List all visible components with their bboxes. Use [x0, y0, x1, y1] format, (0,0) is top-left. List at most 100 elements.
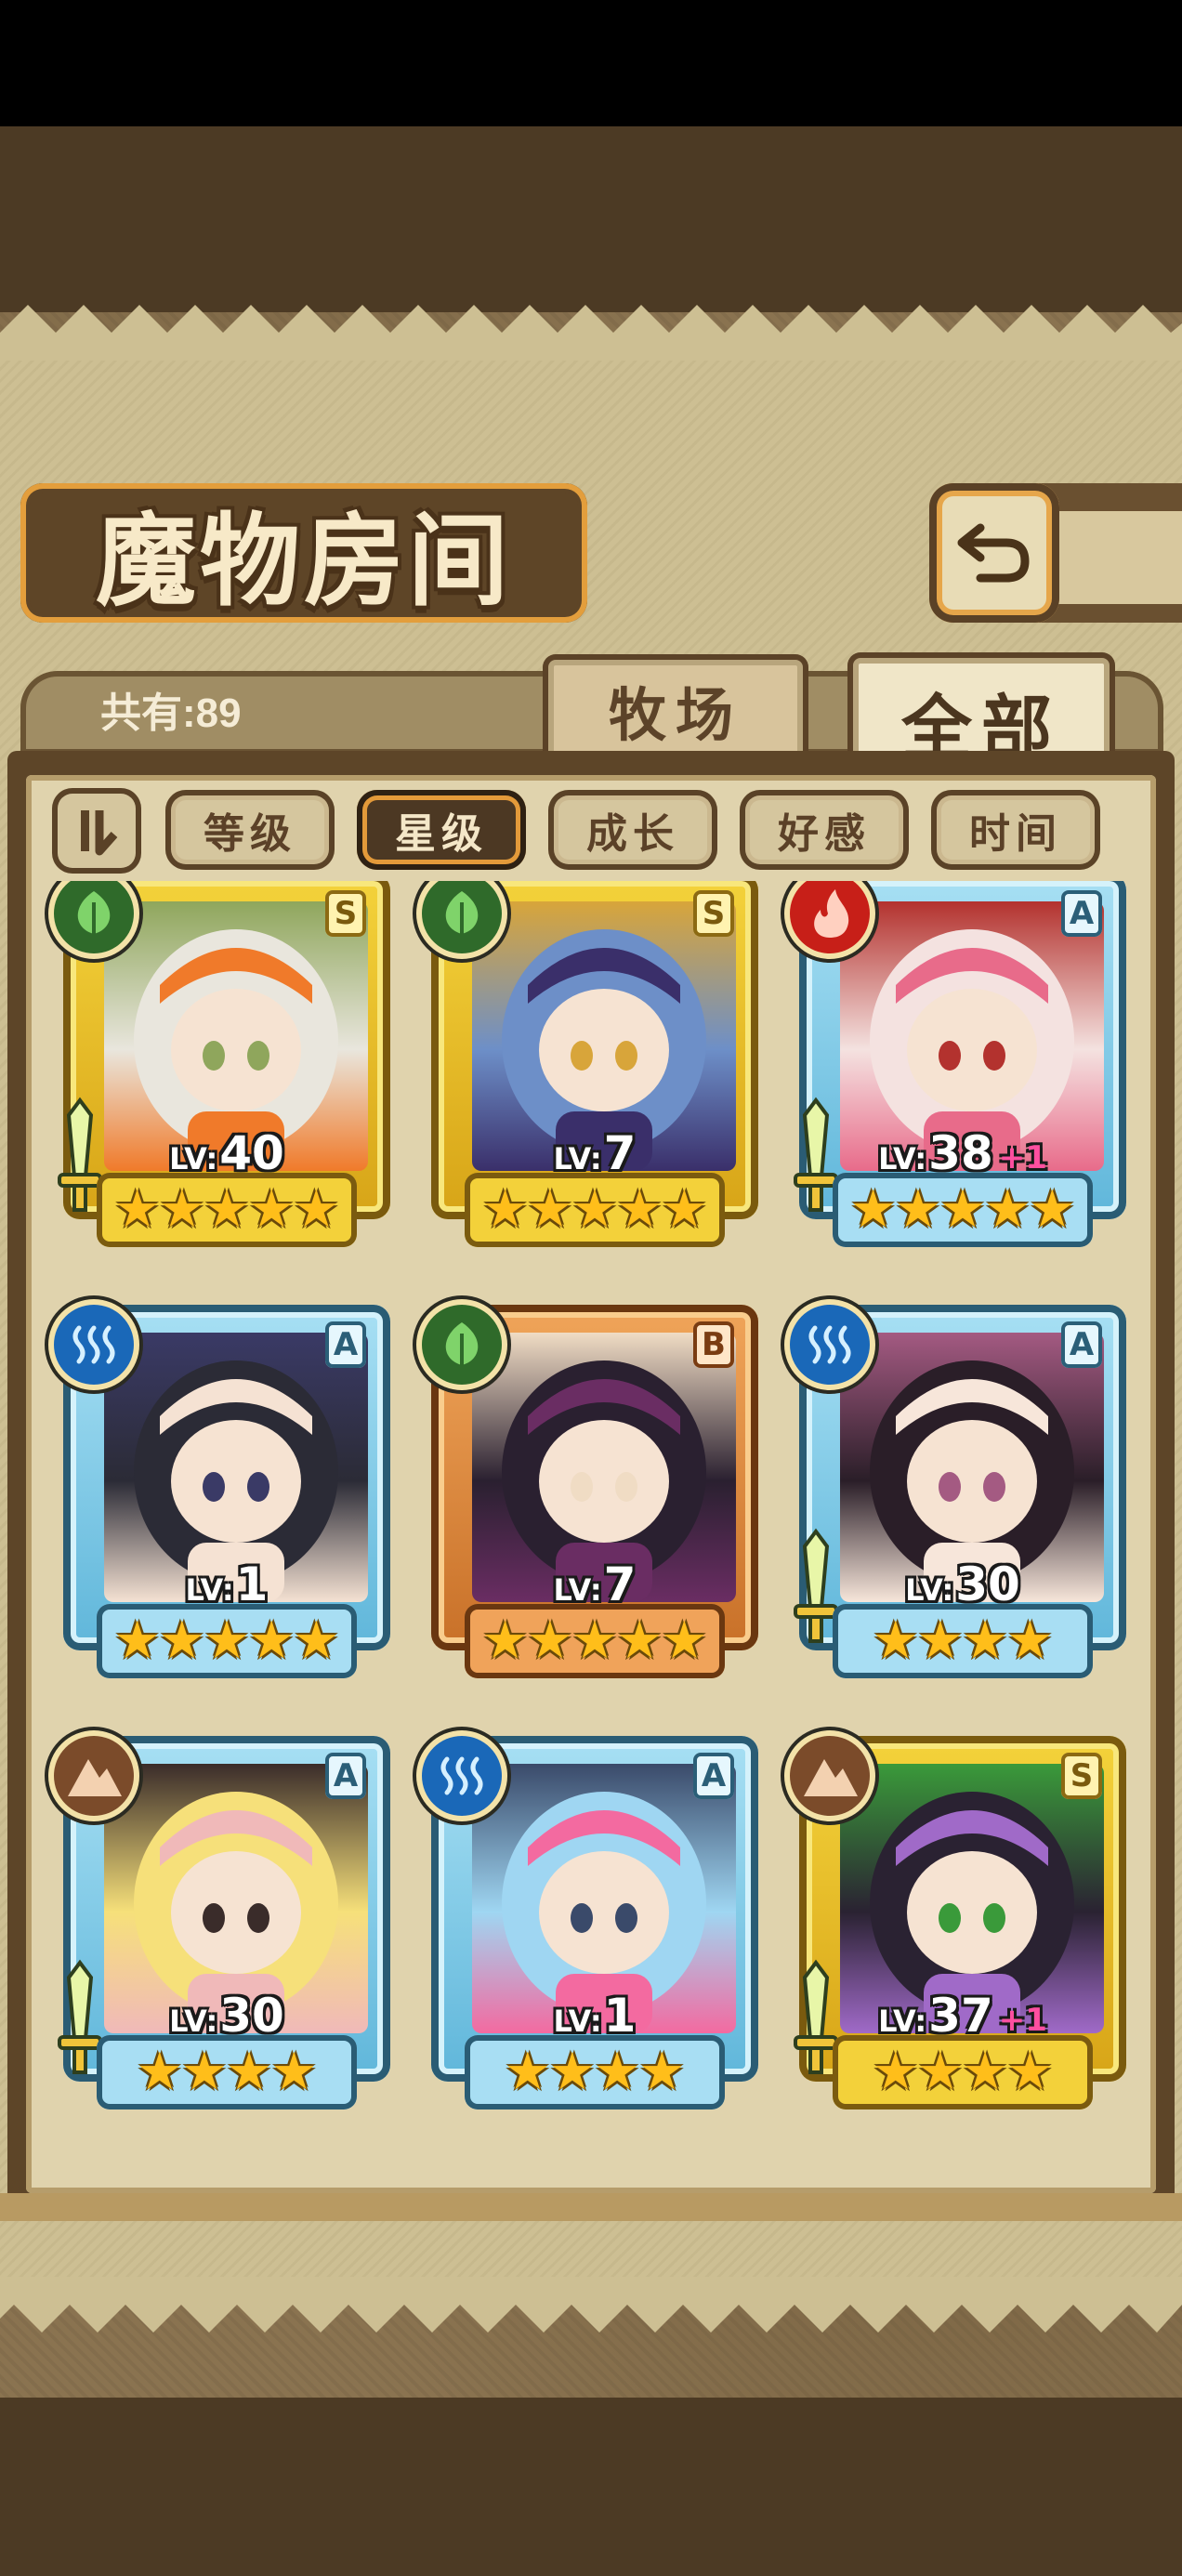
level-bonus: +1 — [998, 1139, 1047, 1176]
star-icon: ★ — [661, 1610, 708, 1671]
star-rating: ★ ★ ★ ★ ★ — [97, 1604, 357, 1678]
star-icon: ★ — [293, 1179, 340, 1240]
star-icon: ★ — [180, 2042, 228, 2102]
star-icon: ★ — [962, 1610, 1009, 1671]
star-icon: ★ — [526, 1179, 573, 1240]
sort-time-button[interactable]: 时间 — [931, 790, 1100, 870]
star-icon: ★ — [616, 1179, 663, 1240]
monster-card[interactable]: S LV: 37 +1 ★ ★ ★ ★ — [790, 1736, 1136, 2137]
top-map-band — [0, 126, 1182, 312]
level-value: 1 — [603, 1989, 637, 2043]
star-rating: ★ ★ ★ ★ — [833, 2035, 1093, 2109]
star-icon: ★ — [616, 1610, 663, 1671]
rank-badge: S — [693, 890, 734, 937]
level-prefix: LV: — [553, 1141, 602, 1176]
level-value: 7 — [603, 1126, 637, 1180]
star-icon: ★ — [984, 1179, 1031, 1240]
monster-card[interactable]: S LV: 7 ★ ★ ★ ★ ★ — [422, 881, 768, 1275]
rank-badge: S — [325, 890, 366, 937]
level-value: 30 — [955, 1557, 1020, 1611]
status-bar — [0, 0, 1182, 126]
star-rating: ★ ★ ★ ★ — [833, 1604, 1093, 1678]
fire-element-icon — [790, 881, 870, 953]
monster-level: LV: 37 +1 — [790, 1989, 1136, 2043]
level-prefix: LV: — [878, 2004, 927, 2039]
star-icon: ★ — [638, 2042, 686, 2102]
nature-element-icon — [54, 881, 134, 953]
rank-badge: A — [325, 1321, 366, 1368]
star-icon: ★ — [226, 2042, 273, 2102]
star-icon: ★ — [113, 1179, 161, 1240]
level-prefix: LV: — [553, 2004, 602, 2039]
monster-card[interactable]: S LV: 40 ★ ★ ★ ★ ★ — [54, 881, 400, 1275]
monster-count: 共有:89 — [100, 690, 242, 736]
level-prefix: LV: — [169, 2004, 218, 2039]
star-icon: ★ — [526, 1610, 573, 1671]
star-icon: ★ — [203, 1179, 251, 1240]
star-icon: ★ — [113, 1610, 161, 1671]
star-icon: ★ — [1006, 2042, 1054, 2102]
sort-affection-button[interactable]: 好感 — [740, 790, 909, 870]
star-icon: ★ — [293, 1610, 340, 1671]
rank-badge: A — [693, 1753, 734, 1799]
sort-level-button[interactable]: 等级 — [165, 790, 335, 870]
level-value: 1 — [235, 1557, 269, 1611]
monster-card[interactable]: B LV: 7 ★ ★ ★ ★ ★ — [422, 1305, 768, 1706]
panel-bottom-trim — [0, 2193, 1182, 2221]
star-icon: ★ — [504, 2042, 551, 2102]
star-icon: ★ — [916, 2042, 964, 2102]
star-icon: ★ — [481, 1179, 529, 1240]
star-icon: ★ — [849, 1179, 897, 1240]
star-icon: ★ — [571, 1610, 619, 1671]
sort-stars-button[interactable]: 星级 — [357, 790, 526, 870]
tab-ranch[interactable]: 牧场 — [543, 654, 808, 766]
rank-badge: S — [1061, 1753, 1102, 1799]
star-icon: ★ — [203, 1610, 251, 1671]
zigzag-border-top — [0, 305, 1182, 361]
monster-card[interactable]: A LV: 30 ★ ★ ★ ★ — [790, 1305, 1136, 1706]
level-prefix: LV: — [185, 1572, 234, 1608]
monster-level: LV: 30 — [790, 1557, 1136, 1611]
rank-badge: A — [325, 1753, 366, 1799]
monster-level: LV: 30 — [54, 1989, 400, 2043]
star-icon: ★ — [270, 2042, 318, 2102]
star-icon: ★ — [571, 1179, 619, 1240]
star-rating: ★ ★ ★ ★ ★ — [833, 1173, 1093, 1247]
level-value: 30 — [219, 1989, 284, 2043]
sort-growth-button[interactable]: 成长 — [548, 790, 717, 870]
monster-card[interactable]: A LV: 30 ★ ★ ★ ★ — [54, 1736, 400, 2137]
earth-element-icon — [54, 1736, 134, 1816]
star-rating: ★ ★ ★ ★ ★ — [465, 1604, 725, 1678]
monster-level: LV: 1 — [422, 1989, 768, 2043]
rank-badge: A — [1061, 1321, 1102, 1368]
monster-card[interactable]: A LV: 38 +1 ★ ★ ★ ★ ★ — [790, 881, 1136, 1275]
monster-room-screen: 魔物房间 共有:89 牧场 全部 等级 星级 成长 好感 时间 S LV: 40 ★ ★… — [0, 0, 1182, 2576]
star-icon: ★ — [1006, 1610, 1054, 1671]
star-icon: ★ — [962, 2042, 1009, 2102]
level-value: 38 — [928, 1126, 993, 1180]
nature-element-icon — [422, 881, 502, 953]
zigzag-border-bottom — [0, 2277, 1182, 2333]
page-title: 魔物房间 — [95, 503, 512, 620]
level-bonus: +1 — [998, 2002, 1047, 2039]
monster-level: LV: 7 — [422, 1126, 768, 1180]
water-element-icon — [790, 1305, 870, 1385]
star-rating: ★ ★ ★ ★ ★ — [465, 1173, 725, 1247]
star-icon: ★ — [248, 1179, 296, 1240]
monster-level: LV: 1 — [54, 1557, 400, 1611]
back-button[interactable] — [929, 483, 1059, 623]
star-icon: ★ — [248, 1610, 296, 1671]
star-icon: ★ — [158, 1610, 205, 1671]
star-icon: ★ — [894, 1179, 941, 1240]
sort-order-toggle[interactable] — [52, 788, 141, 874]
monster-card[interactable]: A LV: 1 ★ ★ ★ ★ ★ — [54, 1305, 400, 1706]
star-icon: ★ — [594, 2042, 641, 2102]
monster-card[interactable]: A LV: 1 ★ ★ ★ ★ — [422, 1736, 768, 2137]
level-prefix: LV: — [905, 1572, 954, 1608]
rank-badge: A — [1061, 890, 1102, 937]
level-value: 7 — [603, 1557, 637, 1611]
star-rating: ★ ★ ★ ★ ★ — [97, 1173, 357, 1247]
star-icon: ★ — [1029, 1179, 1076, 1240]
star-icon: ★ — [916, 1610, 964, 1671]
water-element-icon — [422, 1736, 502, 1816]
